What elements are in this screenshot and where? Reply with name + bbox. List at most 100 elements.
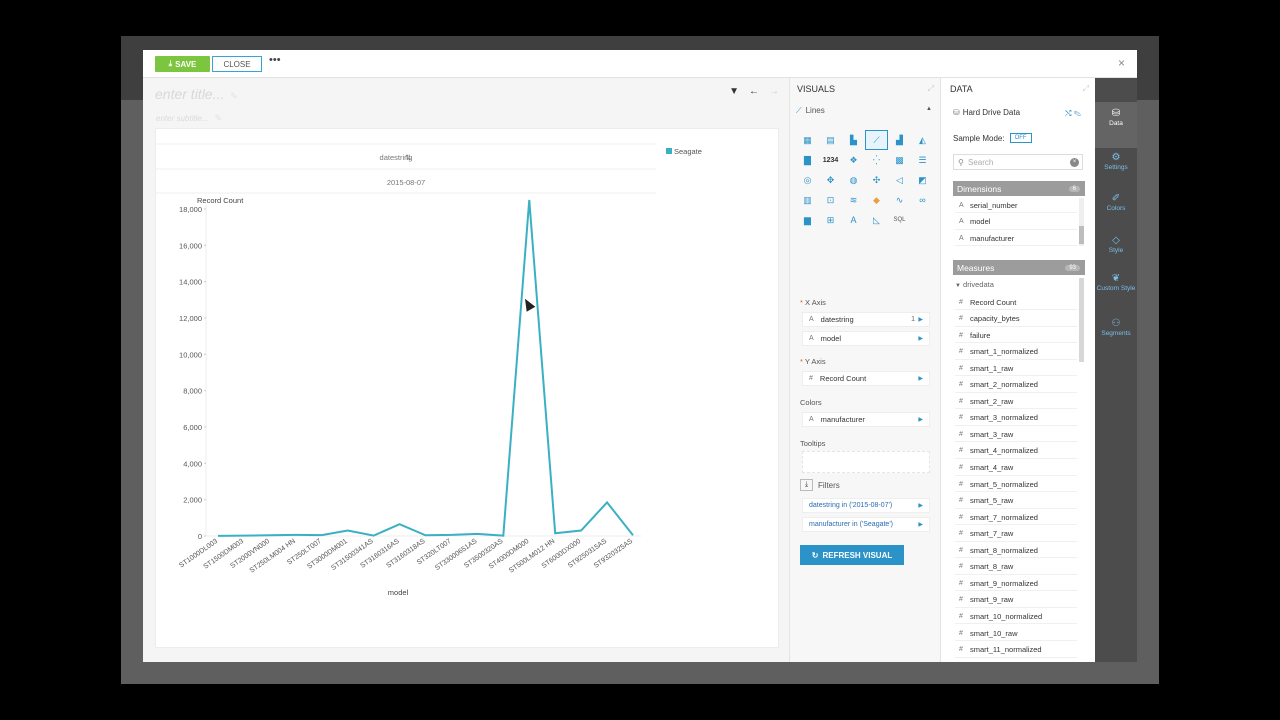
undo-icon[interactable]: ← <box>749 86 759 97</box>
dataset-tools: ⤭ ✎ <box>1065 109 1081 119</box>
y-axis-shelf-record-count[interactable]: # Record Count ▶ <box>802 371 930 386</box>
funnel-icon[interactable]: ◁ <box>888 170 911 190</box>
rail-colors[interactable]: ✐ Colors <box>1095 194 1137 213</box>
rail-settings[interactable]: ⚙ Settings <box>1095 153 1137 172</box>
lines-icon[interactable]: ⟋ <box>865 130 888 150</box>
more-options-button[interactable]: ••• <box>269 54 281 66</box>
dimension-item[interactable]: Amanufacturer <box>955 231 1077 246</box>
subtitle-input[interactable]: enter subtitle... ✎ <box>156 113 222 124</box>
sankey-icon[interactable]: ≋ <box>842 190 865 210</box>
measures-header[interactable]: Measures 93 <box>953 260 1085 275</box>
measure-item[interactable]: # capacity_bytes <box>955 312 1077 327</box>
text-icon[interactable]: A <box>842 210 865 230</box>
x-axis-shelf-datestring[interactable]: Adatestring 1 ▶ <box>802 312 930 327</box>
bubbles-icon[interactable]: ❖ <box>842 150 865 170</box>
measure-item[interactable]: # smart_7_raw <box>955 527 1077 542</box>
treemap-icon[interactable]: ◩ <box>911 170 934 190</box>
grid-icon[interactable]: ▥ <box>796 190 819 210</box>
measure-item[interactable]: # smart_10_normalized <box>955 609 1077 625</box>
pie-icon[interactable]: ◍ <box>842 170 865 190</box>
filter-toggle-icon[interactable]: ⤓ <box>800 479 813 491</box>
dimensions-scrollbar[interactable] <box>1079 198 1084 246</box>
refresh-label: REFRESH VISUAL <box>822 550 893 560</box>
wave-icon[interactable]: ∿ <box>888 190 911 210</box>
histogram-icon[interactable]: ▇ <box>796 150 819 170</box>
rail-segments[interactable]: ⚇ Segments <box>1095 319 1137 338</box>
heatmap-icon[interactable]: ▩ <box>888 150 911 170</box>
measure-item[interactable]: # smart_1_raw <box>955 361 1077 377</box>
rail-style[interactable]: ◇ Style <box>1095 236 1137 255</box>
rail-custom-style[interactable]: ❦ Custom Style <box>1095 274 1137 293</box>
edit-icon[interactable]: ✎ <box>1074 109 1081 118</box>
y-axis-label-text: Y Axis <box>804 357 826 366</box>
chevron-right-icon: ▶ <box>918 317 923 323</box>
radial-icon[interactable]: ⊡ <box>819 190 842 210</box>
area-icon[interactable]: ◭ <box>911 130 934 150</box>
measure-item[interactable]: # smart_2_raw <box>955 394 1077 410</box>
list-icon[interactable]: ☰ <box>911 150 934 170</box>
measure-item[interactable]: # smart_8_raw <box>955 560 1077 575</box>
measures-scrollbar[interactable] <box>1079 278 1084 362</box>
filter-manufacturer[interactable]: manufacturer in ('Seagate') ▶ <box>802 517 930 532</box>
measure-item[interactable]: # smart_5_raw <box>955 494 1077 509</box>
filter-datestring[interactable]: datestring in ('2015-08-07') ▶ <box>802 498 930 513</box>
refresh-visual-button[interactable]: ↻ REFRESH VISUAL <box>800 545 904 565</box>
combo-icon[interactable]: ▆ <box>796 210 819 230</box>
kpi-icon[interactable]: 1234 <box>819 150 842 170</box>
measure-item[interactable]: # smart_9_normalized <box>955 576 1077 592</box>
network-icon[interactable]: ✣ <box>865 170 888 190</box>
measure-item[interactable]: # smart_3_raw <box>955 427 1077 443</box>
measure-item[interactable]: # smart_10_raw <box>955 626 1077 641</box>
crosstab-icon[interactable]: ▤ <box>819 130 842 150</box>
expand-icon[interactable]: ⤢ <box>928 84 934 94</box>
rail-data[interactable]: ⛁ Data <box>1095 102 1137 148</box>
modal-close-icon[interactable]: × <box>1118 56 1125 70</box>
visuals-panel: VISUALS ⤢ ⟋ Lines ▲ ▦ ▤ ▙ ⟋ ▟ ◭ ▇ 1234 ❖ ⁛ ▩ ☰ ◎ ✥ ◍ ✣… <box>789 78 941 662</box>
cumulative-icon[interactable]: ◺ <box>865 210 888 230</box>
table-icon[interactable]: ▦ <box>796 130 819 150</box>
measure-item[interactable]: # smart_4_raw <box>955 461 1077 476</box>
bar-icon[interactable]: ▙ <box>842 130 865 150</box>
measure-item[interactable]: # smart_4_normalized <box>955 444 1077 459</box>
clear-search-icon[interactable]: × <box>1070 157 1079 167</box>
measure-item[interactable]: # smart_9_raw <box>955 593 1077 608</box>
search-input[interactable]: ⚲ Search × <box>953 154 1083 170</box>
expand-icon[interactable]: ⤢ <box>1083 84 1089 94</box>
measure-item[interactable]: # smart_1_normalized <box>955 345 1077 360</box>
shuffle-icon[interactable]: ⤭ <box>1065 109 1071 118</box>
chart-type-selector[interactable]: ⟋ Lines ▲ <box>796 106 936 116</box>
tooltips-shelf[interactable] <box>802 451 930 473</box>
measures-folder[interactable]: ▼ drivedata <box>955 280 994 289</box>
sql-icon[interactable]: SQL <box>888 210 911 230</box>
title-input[interactable]: enter title... ✎ <box>155 86 238 102</box>
scroll-thumb[interactable] <box>1079 226 1084 244</box>
donut-icon[interactable]: ◎ <box>796 170 819 190</box>
scatter-icon[interactable]: ⁛ <box>865 150 888 170</box>
measure-item[interactable]: # smart_2_normalized <box>955 378 1077 393</box>
measure-item[interactable]: # smart_7_normalized <box>955 510 1077 526</box>
close-button[interactable]: CLOSE <box>212 56 262 72</box>
y-tick-label: 10,000 <box>179 350 202 359</box>
measure-item[interactable]: # failure <box>955 328 1077 344</box>
save-button[interactable]: ⤓ SAVE <box>155 56 210 72</box>
redo-icon[interactable]: → <box>769 86 779 97</box>
dimensions-header[interactable]: Dimensions 6 <box>953 181 1085 196</box>
type-glyph: # <box>959 513 963 521</box>
measure-item[interactable]: # smart_11_normalized <box>955 643 1077 658</box>
measure-item[interactable]: # smart_3_normalized <box>955 411 1077 426</box>
measure-item[interactable]: # Record Count <box>955 295 1077 310</box>
dimension-item[interactable]: Aserial_number <box>955 198 1077 213</box>
colors-shelf-manufacturer[interactable]: Amanufacturer ▶ <box>802 412 930 427</box>
pin-map-icon[interactable]: ◆ <box>865 190 888 210</box>
chord-icon[interactable]: ∞ <box>911 190 934 210</box>
dimension-item[interactable]: Amodel <box>955 215 1077 230</box>
sample-mode-toggle[interactable]: OFF <box>1009 133 1032 143</box>
measure-item[interactable]: # smart_8_normalized <box>955 543 1077 559</box>
bar-line-icon[interactable]: ▟ <box>888 130 911 150</box>
map-icon[interactable]: ✥ <box>819 170 842 190</box>
boxplot-icon[interactable]: ⊞ <box>819 210 842 230</box>
measure-item[interactable]: # smart_5_normalized <box>955 477 1077 493</box>
x-axis-shelf-model[interactable]: Amodel ▶ <box>802 331 930 346</box>
filter-icon[interactable]: ▼ <box>729 86 739 97</box>
shelf-field: manufacturer <box>820 415 865 424</box>
